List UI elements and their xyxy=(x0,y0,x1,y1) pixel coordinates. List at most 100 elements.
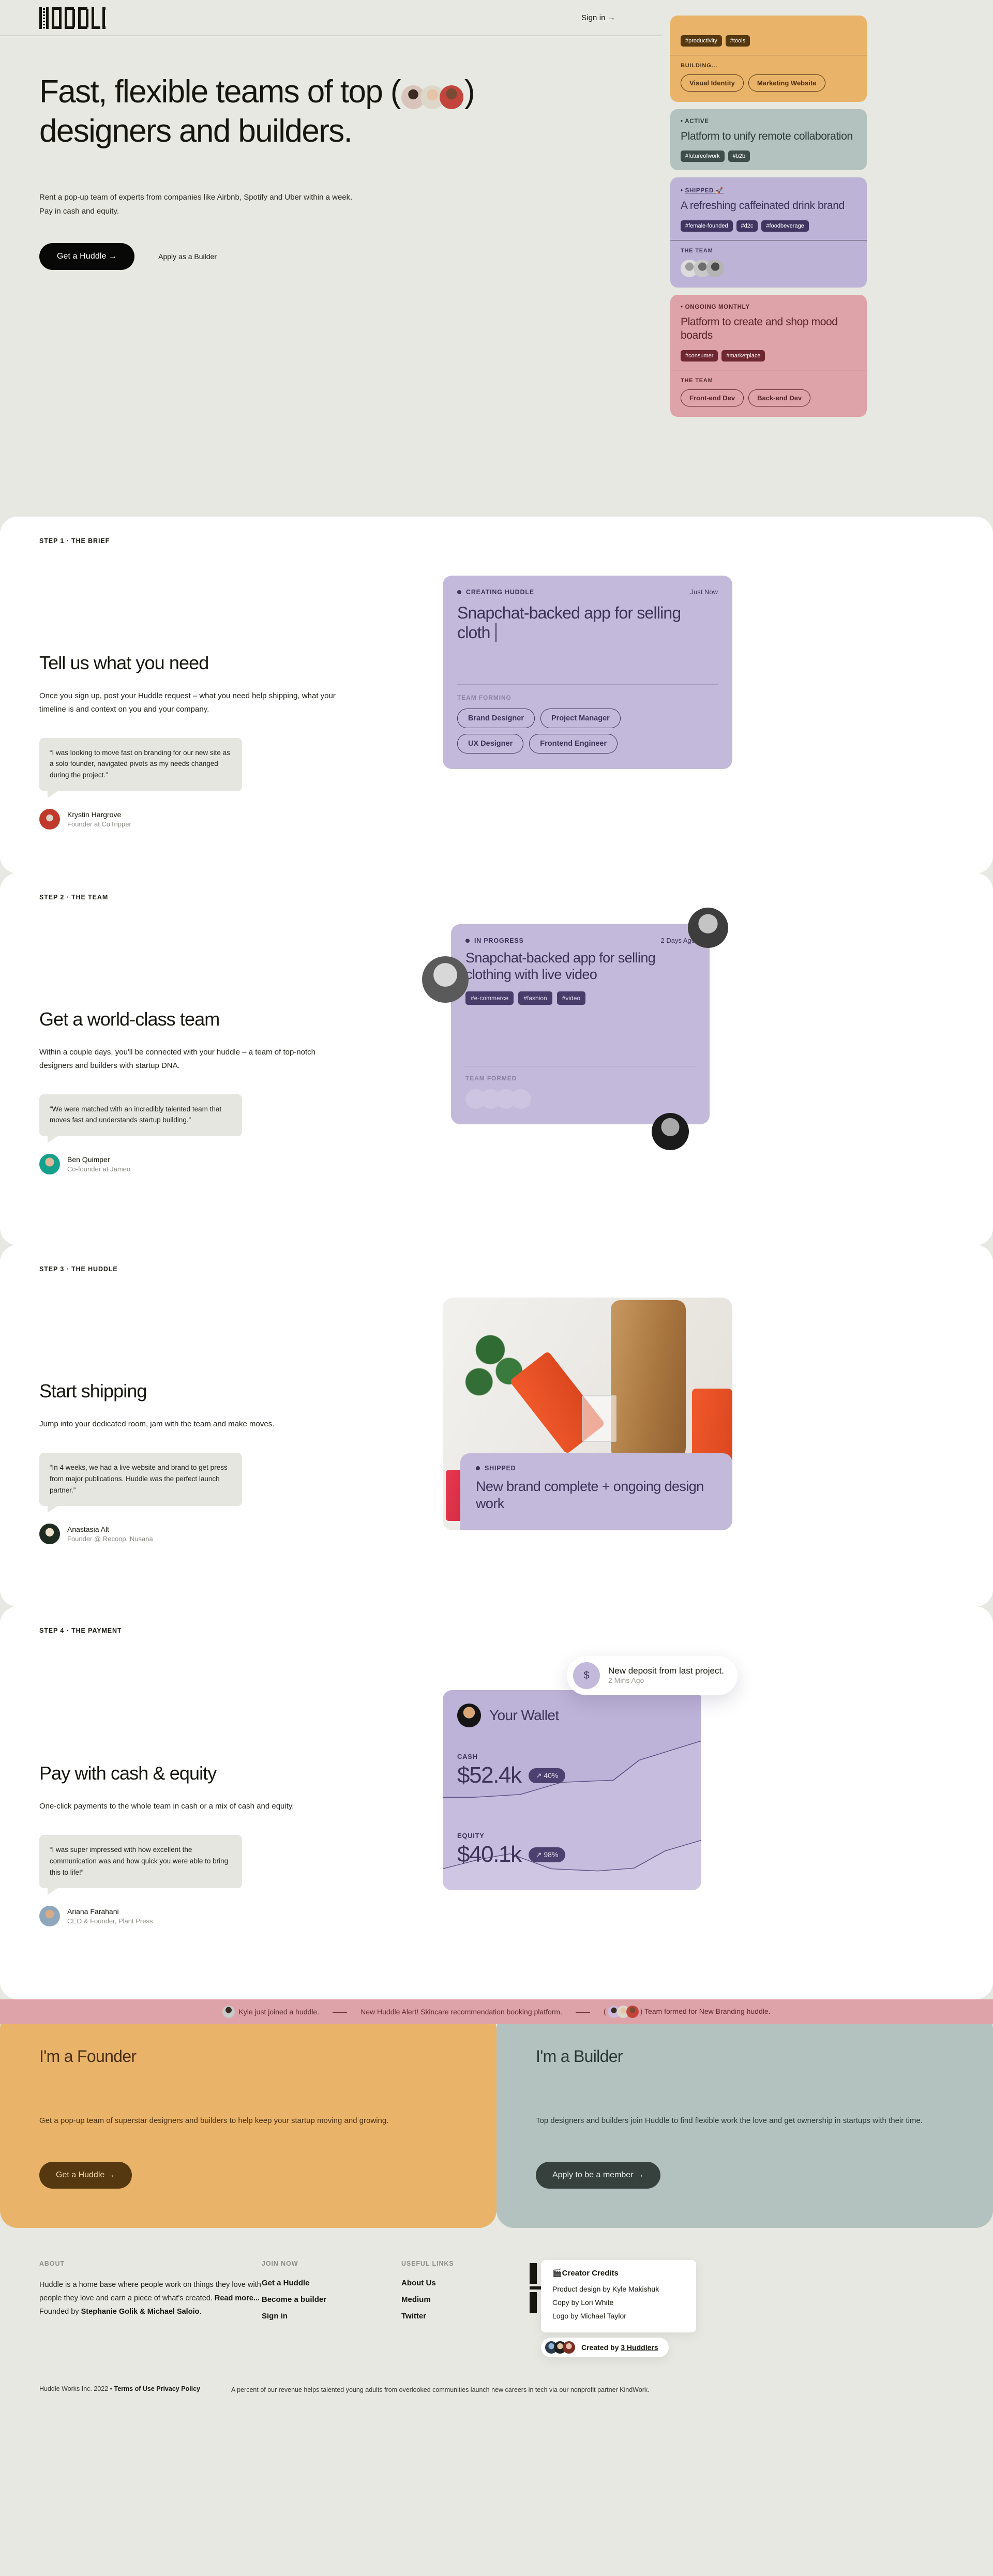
footer-link-get-a-huddle[interactable]: Get a Huddle xyxy=(262,2279,401,2287)
signin-link[interactable]: Sign in → xyxy=(581,13,615,22)
role-pill[interactable]: Frontend Engineer xyxy=(529,733,618,754)
founder-cta-button[interactable]: Get a Huddle → xyxy=(39,2162,132,2189)
testimonial-person: Anastasia Alt Founder @ Recoop, Nusana xyxy=(39,1524,432,1545)
hero-inline-avatars xyxy=(401,85,463,109)
tag: #marketplace xyxy=(721,350,765,361)
tag: #tools xyxy=(725,35,750,47)
status-dot-icon xyxy=(476,1466,480,1470)
founder-panel: I'm a Founder Get a pop-up team of super… xyxy=(0,2012,496,2228)
footer-link-become-a-builder[interactable]: Become a builder xyxy=(262,2295,401,2304)
text-cursor-icon xyxy=(495,623,496,642)
landing-page: Sign in → Fast, flexible teams of top ()… xyxy=(0,0,993,2411)
apply-as-builder-link[interactable]: Apply as a Builder xyxy=(158,252,217,261)
wallet-title: Your Wallet xyxy=(489,1707,559,1723)
ticker-separator: —— xyxy=(575,2008,590,2016)
cash-delta-badge: ↗ 40% xyxy=(528,1768,566,1783)
ticker-separator: —— xyxy=(333,2008,348,2016)
status-dot-icon xyxy=(457,590,461,594)
avatar xyxy=(457,1704,481,1727)
barcode-decoration xyxy=(530,2263,541,2313)
ticker-item-2: New Huddle Alert! Skincare recommendatio… xyxy=(360,2008,562,2016)
card-title: Snapchat-backed app for selling clothing… xyxy=(465,950,656,983)
card-title: Snapchat-backed app for selling cloth xyxy=(457,604,681,642)
tag: #fashion xyxy=(518,991,552,1005)
ticker-facepile xyxy=(607,2006,639,2018)
step-3-section: STEP 3 · THE HUDDLE Start shipping Jump … xyxy=(0,1245,993,1607)
avatar xyxy=(706,259,724,277)
toast-title: New deposit from last project. xyxy=(608,1666,724,1676)
footer-link-twitter[interactable]: Twitter xyxy=(401,2312,541,2321)
project-card-lilac[interactable]: • SHIPPED 🚀 A refreshing caffeinated dri… xyxy=(670,177,867,288)
role-pill[interactable]: Back-end Dev xyxy=(748,389,811,406)
terms-privacy-link[interactable]: Terms of Use Privacy Policy xyxy=(114,2385,201,2392)
card-status: IN PROGRESS xyxy=(465,937,524,944)
avatar xyxy=(39,1906,60,1927)
creator-credits-card: 🎬Creator Credits Product design by Kyle … xyxy=(541,2260,696,2332)
avatar xyxy=(688,908,728,948)
footer-founded-prefix: Founded by xyxy=(39,2307,81,2316)
creators-facepile xyxy=(545,2341,575,2354)
step-label: STEP 4 · THE PAYMENT xyxy=(39,1627,122,1634)
tag-list: #productivity #tools xyxy=(681,35,856,47)
footer-credits-column: 🎬Creator Credits Product design by Kyle … xyxy=(530,2260,763,2357)
legal-right: A percent of our revenue helps talented … xyxy=(231,2386,650,2393)
role-pill[interactable]: UX Designer xyxy=(457,733,524,754)
deposit-toast[interactable]: $ New deposit from last project. 2 Mins … xyxy=(567,1656,738,1695)
footer-about-heading: ABOUT xyxy=(39,2260,65,2267)
role-pill[interactable]: Front-end Dev xyxy=(681,389,744,406)
project-card-amber[interactable]: #productivity #tools BUILDING... Visual … xyxy=(670,16,867,102)
hero-section: Sign in → Fast, flexible teams of top ()… xyxy=(0,0,993,517)
footer-link-sign-in[interactable]: Sign in xyxy=(262,2312,401,2321)
card-title: Platform to create and shop mood boards xyxy=(681,315,838,342)
toast-time: 2 Mins Ago xyxy=(608,1676,644,1684)
tag: #consumer xyxy=(681,350,718,361)
person-name: Ariana Farahani xyxy=(67,1907,119,1916)
role-pill[interactable]: Brand Designer xyxy=(457,708,535,728)
hero-title-part1: Fast, flexible teams of top ( xyxy=(39,74,401,110)
tag: #productivity xyxy=(681,35,722,47)
builder-cta-button[interactable]: Apply to be a member → xyxy=(536,2162,660,2189)
step-label: STEP 2 · THE TEAM xyxy=(39,894,109,901)
footer-join-heading: JOIN NOW xyxy=(262,2260,298,2267)
site-footer: ABOUT Huddle is a home base where people… xyxy=(0,2228,993,2411)
created-by-pill[interactable]: Created by 3 Huddlers xyxy=(541,2337,669,2357)
tag: #foodbeverage xyxy=(761,220,809,232)
project-card-rose[interactable]: • ONGOING MONTHLY Platform to create and… xyxy=(670,294,867,417)
huddle-logo[interactable] xyxy=(39,7,106,29)
step-description: One-click payments to the whole team in … xyxy=(39,1802,294,1811)
person-role: Founder @ Recoop, Nusana xyxy=(67,1535,153,1543)
footer-link-about-us[interactable]: About Us xyxy=(401,2279,541,2287)
card-status: SHIPPED xyxy=(476,1465,717,1472)
wallet-card[interactable]: Your Wallet CASH $52.4k ↗ 40% EQUITY $40… xyxy=(443,1690,701,1890)
step-2-section: STEP 2 · THE TEAM Get a world-class team… xyxy=(0,873,993,1245)
project-card-sage[interactable]: • ACTIVE Platform to unify remote collab… xyxy=(670,109,867,171)
testimonial-person: Ben Quimper Co-founder at Jameo xyxy=(39,1154,432,1175)
avatar xyxy=(39,1154,60,1175)
get-a-huddle-button[interactable]: Get a Huddle → xyxy=(39,243,135,270)
step-description: Once you sign up, post your Huddle reque… xyxy=(39,691,336,714)
avatar-placeholder xyxy=(510,1089,531,1109)
card-foot-label: THE TEAM xyxy=(681,377,713,384)
role-pill[interactable]: Visual Identity xyxy=(681,74,744,92)
card-foot-label: BUILDING... xyxy=(681,63,718,69)
created-by-link: 3 Huddlers xyxy=(621,2343,658,2352)
step-label: STEP 3 · THE HUDDLE xyxy=(39,1266,118,1273)
hero-project-rail: #productivity #tools BUILDING... Visual … xyxy=(662,16,993,417)
team-facepile xyxy=(681,259,856,277)
avatar xyxy=(563,2341,575,2354)
role-pill[interactable]: Marketing Website xyxy=(748,74,825,92)
credit-line: Copy by Lori White xyxy=(552,2298,614,2307)
footer-link-medium[interactable]: Medium xyxy=(401,2295,541,2304)
huddle-progress-card[interactable]: IN PROGRESS 2 Days Ago Snapchat-backed a… xyxy=(422,908,728,1150)
testimonial-quote: “We were matched with an incredibly tale… xyxy=(39,1094,242,1143)
card-foot-label: TEAM FORMING xyxy=(457,694,511,701)
step-title: Pay with cash & equity xyxy=(39,1762,217,1784)
card-status: • SHIPPED 🚀 xyxy=(681,188,724,194)
role-pill[interactable]: Project Manager xyxy=(540,708,621,728)
activity-ticker: Kyle just joined a huddle. —— New Huddle… xyxy=(0,1999,993,2024)
tag: #futureofwork xyxy=(681,150,725,162)
person-name: Ben Quimper xyxy=(67,1155,110,1164)
huddle-creation-card[interactable]: CREATING HUDDLE Just Now Snapchat-backed… xyxy=(443,576,732,769)
card-title: New brand complete + ongoing design work xyxy=(476,1478,704,1512)
read-more-link[interactable]: Read more... xyxy=(215,2294,260,2302)
